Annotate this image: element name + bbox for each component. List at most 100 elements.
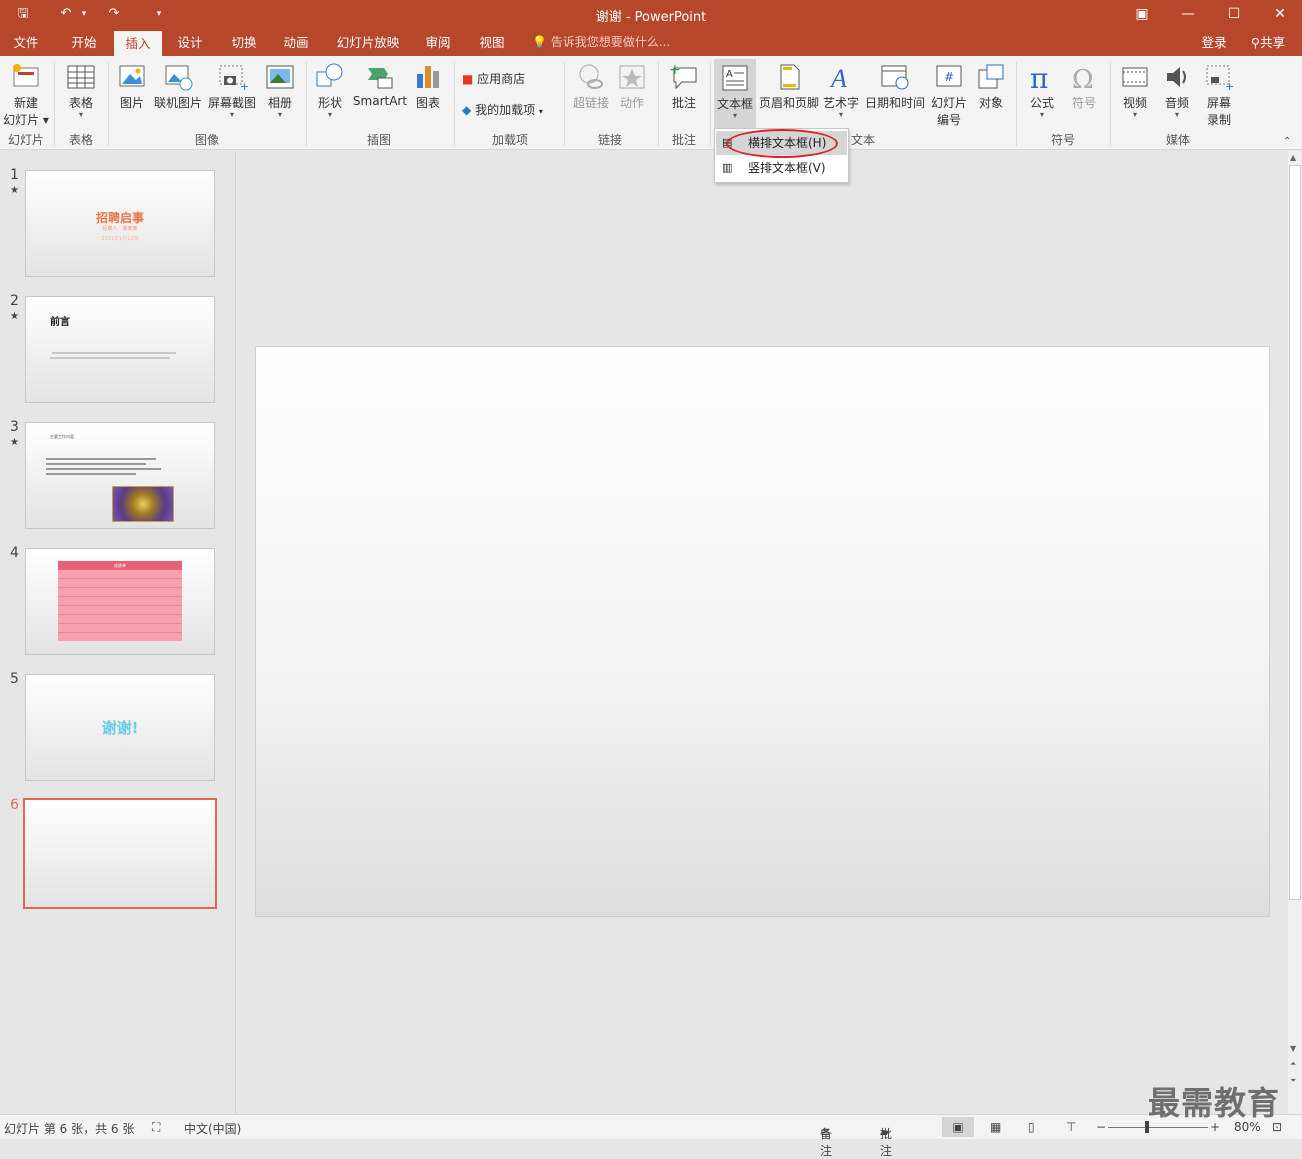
store-button[interactable]: ■ 应用商店 [462,69,525,89]
speaker-icon [1167,67,1186,87]
hyperlink-button[interactable]: 超链接 [570,58,612,111]
thumb-table: 成绩单 [58,561,182,641]
collapse-ribbon-icon[interactable]: ⌃ [1283,136,1291,147]
slide-number-label: 4 [10,545,19,561]
action-button[interactable]: 动作 [614,58,650,111]
table-button[interactable]: 表格 ▾ [60,58,102,119]
pi-icon: π [1030,62,1048,92]
svg-text:Ω: Ω [1072,65,1094,92]
slide-thumbnail-1[interactable]: 招聘启事 招聘人：某某某 2021年1月12日 [25,170,215,277]
chart-button[interactable]: 图表 [410,58,446,111]
person-icon: ⚲ [1250,35,1261,50]
slide-thumbnail-6[interactable] [23,798,217,909]
tab-home[interactable]: 开始 [62,29,106,56]
screenshot-button[interactable]: + 屏幕截图 ▾ [206,58,258,119]
tell-me-search[interactable]: 💡 告诉我您想要做什么... [532,29,670,56]
previous-slide-icon[interactable]: ⏶ [1290,1059,1296,1069]
ribbon-display-options-icon[interactable]: ▣ [1122,3,1162,25]
new-slide-button[interactable]: 新建 幻灯片 ▾ [2,58,50,128]
maximize-button[interactable]: ☐ [1214,3,1254,25]
screen-recording-button[interactable]: + 屏幕 录制 [1198,58,1240,128]
group-separator [306,62,307,146]
shapes-icon [316,63,343,87]
group-separator [710,62,711,146]
svg-text:+: + [669,62,681,78]
hyperlink-icon [579,64,603,89]
tab-review[interactable]: 审阅 [416,29,460,56]
slide-number-button[interactable]: # 幻灯片 编号 [928,58,970,128]
normal-view-icon[interactable]: ▣ [942,1117,974,1137]
header-footer-button[interactable]: 页眉和页脚 [758,58,820,111]
textbox-button[interactable]: A 文本框 ▾ [714,59,756,129]
datetime-button[interactable]: 日期和时间 [864,58,926,111]
slide-thumbnail-5[interactable]: 谢谢! [25,674,215,781]
reading-view-icon[interactable]: ▯ [1028,1120,1035,1134]
zoom-out-button[interactable]: − [1096,1120,1106,1134]
wordart-button[interactable]: A 艺术字 ▾ [822,58,860,119]
vertical-textbox-item[interactable]: ▥ 竖排文本框(V) [716,156,847,180]
vertical-scrollbar[interactable]: ▲ ▼ ⏶ ⏷ [1288,151,1302,1114]
group-label-addins: 加载项 [491,133,528,147]
my-addins-button[interactable]: ◆ 我的加载项 ▾ [462,100,543,120]
tab-view[interactable]: 视图 [470,29,514,56]
screenshot-icon: + [219,65,248,92]
current-slide[interactable] [255,346,1270,917]
tab-file[interactable]: 文件 [4,29,48,56]
slideshow-view-icon[interactable]: ⊤ [1066,1120,1076,1134]
group-label-images: 图像 [194,133,219,147]
wordart-icon: A [829,64,847,92]
smartart-button[interactable]: SmartArt [352,58,408,108]
comment-button[interactable]: + 批注 [664,58,704,111]
spellcheck-icon[interactable]: ⛶ [152,1120,160,1135]
header-footer-icon [780,64,800,90]
photo-album-button[interactable]: 相册 ▾ [260,58,300,119]
slide-number-label: 1 [10,167,19,183]
tab-insert[interactable]: 插入 [114,31,162,56]
share-button[interactable]: ⚲共享 [1240,29,1296,56]
scroll-down-icon[interactable]: ▼ [1290,1044,1296,1053]
slide-sorter-icon[interactable]: ▦ [990,1120,1001,1134]
zoom-slider[interactable] [1108,1127,1208,1128]
svg-text:#: # [944,70,954,84]
highlight-annotation-oval [726,129,838,158]
symbol-button[interactable]: Ω 符号 [1064,58,1104,111]
tab-design[interactable]: 设计 [168,29,212,56]
close-button[interactable]: ✕ [1260,3,1300,25]
equation-button[interactable]: π 公式 ▾ [1022,58,1062,119]
slide-thumbnail-pane: 1 ★ 招聘启事 招聘人：某某某 2021年1月12日 2 ★ 前言 3 ★ 主… [0,151,236,1114]
table-icon [67,65,95,89]
next-slide-icon[interactable]: ⏷ [1290,1076,1296,1086]
video-button[interactable]: 视频 ▾ [1116,58,1154,119]
slide-thumbnail-2[interactable]: 前言 [25,296,215,403]
tab-transitions[interactable]: 切换 [222,29,266,56]
action-star-icon [619,65,645,89]
new-slide-icon [13,64,39,87]
shapes-button[interactable]: 形状 ▾ [312,58,348,119]
tab-slideshow[interactable]: 幻灯片放映 [330,29,406,56]
tell-me-text: 告诉我您想要做什么... [550,35,671,49]
online-picture-button[interactable]: 联机图片 [152,58,204,111]
slide-thumbnail-3[interactable]: 主要工作内容 [25,422,215,529]
slide-editing-area [237,151,1288,1114]
lightbulb-icon: 💡 [532,35,547,49]
group-separator [658,62,659,146]
audio-button[interactable]: 音频 ▾ [1158,58,1196,119]
object-button[interactable]: 对象 [972,58,1010,111]
group-label-tables: 表格 [68,133,93,147]
picture-button[interactable]: 图片 [114,58,150,111]
svg-text:+: + [240,80,248,92]
scrollbar-thumb[interactable] [1289,165,1301,900]
video-icon [1122,67,1148,87]
comment-icon: + [669,62,697,90]
slide-number-label: 5 [10,671,19,687]
status-bar: 幻灯片 第 6 张，共 6 张 ⛶ 中文(中国) ≡ 备注 ▰ 批注 ▣ ▦ ▯… [0,1114,1302,1158]
tab-animations[interactable]: 动画 [274,29,318,56]
language-status[interactable]: 中文(中国) [184,1120,241,1137]
group-label-symbols: 符号 [1050,133,1075,147]
scroll-up-icon[interactable]: ▲ [1290,153,1296,162]
minimize-button[interactable]: — [1168,3,1208,25]
slide-number-label: 2 [10,293,19,309]
login-link[interactable]: 登录 [1194,29,1234,56]
slide-thumbnail-4[interactable]: 成绩单 [25,548,215,655]
group-separator [1016,62,1017,146]
